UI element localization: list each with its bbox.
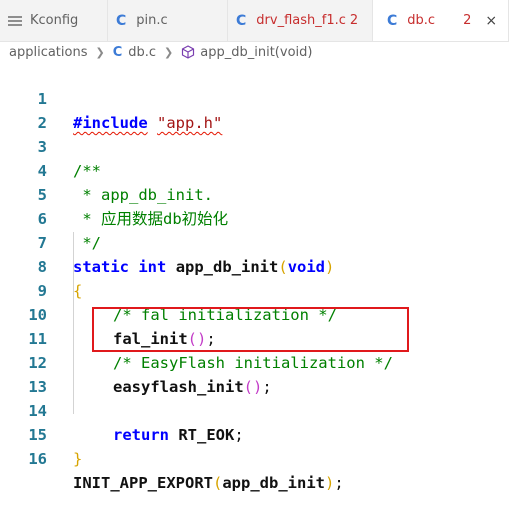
chevron-right-icon: ❯	[95, 45, 105, 59]
tab-drv-flash-f1-c[interactable]: C drv_flash_f1.c 2	[228, 0, 373, 41]
paren: )	[324, 474, 335, 492]
code-line[interactable]: 1 #include "app.h"	[0, 63, 509, 132]
tab-label: drv_flash_f1.c	[256, 13, 346, 28]
code-line[interactable]: 10 fal_init();	[0, 279, 509, 348]
line-number: 16	[28, 450, 47, 468]
macro-call: INIT_APP_EXPORT	[73, 474, 213, 492]
code-line[interactable]: 6 */	[0, 183, 509, 252]
tab-label: Kconfig	[30, 13, 79, 28]
brace: }	[73, 450, 83, 468]
identifier: app_db_init	[222, 474, 325, 492]
code-line[interactable]: 9 /* fal initialization */	[0, 255, 509, 324]
breadcrumb: applications ❯ C db.c ❯ app_db_init(void…	[0, 41, 509, 63]
breadcrumb-symbol[interactable]: app_db_init(void)	[200, 45, 312, 60]
annotation-highlight-box	[92, 307, 409, 352]
breadcrumb-file[interactable]: db.c	[128, 45, 156, 60]
c-file-icon: C	[112, 44, 123, 60]
code-line[interactable]: 2	[0, 87, 509, 132]
paren: (	[212, 474, 223, 492]
semicolon: ;	[334, 474, 344, 492]
code-line[interactable]: 15 }	[0, 399, 509, 468]
tab-pin-c[interactable]: C pin.c	[108, 0, 228, 41]
code-line[interactable]: 7 static int app_db_init(void)	[0, 207, 509, 276]
c-file-icon: C	[116, 12, 127, 29]
code-line[interactable]: 5 * 应用数据db初始化	[0, 159, 509, 228]
code-line[interactable]: 4 * app_db_init.	[0, 135, 509, 204]
chevron-right-icon: ❯	[164, 45, 174, 59]
code-line[interactable]: 3 /**	[0, 111, 509, 180]
tab-label: pin.c	[136, 13, 168, 28]
function-cube-icon	[181, 45, 195, 59]
code-line[interactable]: 13	[0, 351, 509, 396]
c-file-icon: C	[387, 12, 398, 29]
code-line[interactable]: 8 {	[0, 231, 509, 300]
editor-tab-bar: Kconfig C pin.c C drv_flash_f1.c 2 C db.…	[0, 0, 509, 42]
c-file-icon: C	[236, 12, 247, 29]
tab-db-c[interactable]: C db.c 2 ×	[373, 0, 509, 41]
error-count-badge: 2	[463, 13, 472, 28]
breadcrumb-folder[interactable]: applications	[9, 45, 87, 60]
close-icon[interactable]: ×	[485, 13, 497, 29]
code-editor[interactable]: 1 #include "app.h" 2 3 /** 4 * app_db_in…	[0, 63, 509, 492]
lines-icon	[8, 14, 22, 28]
error-count-badge: 2	[349, 13, 359, 28]
code-line[interactable]: 14 return RT_EOK;	[0, 375, 509, 444]
tab-kconfig[interactable]: Kconfig	[0, 0, 108, 41]
tab-label: db.c	[407, 13, 436, 28]
code-line[interactable]: 16 INIT_APP_EXPORT(app_db_init);	[0, 423, 509, 492]
